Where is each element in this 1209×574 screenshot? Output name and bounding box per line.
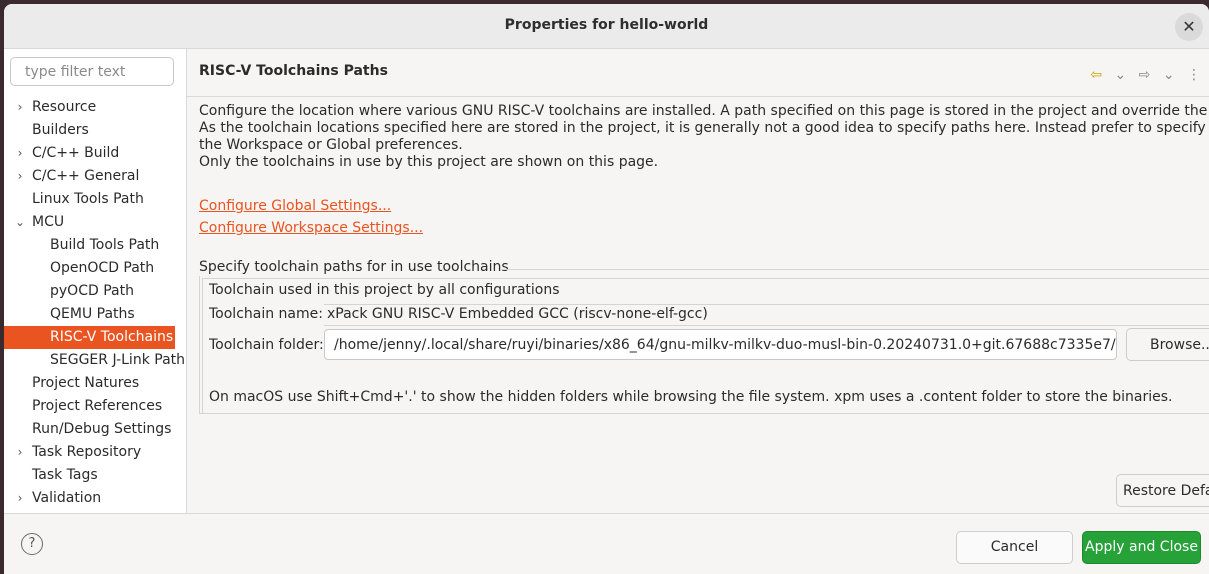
apply-and-close-button[interactable]: Apply and Close bbox=[1082, 531, 1201, 564]
sidebar-item-label: Run/Debug Settings bbox=[32, 421, 172, 437]
sidebar-item-label: Build Tools Path bbox=[50, 237, 160, 253]
forward-arrow-icon[interactable]: ⇨ bbox=[1139, 67, 1151, 83]
sidebar: type filter text › Resource Builders › C/C++… bbox=[4, 49, 187, 513]
description-line-4: Only the toolchains in use by this proje… bbox=[199, 154, 659, 170]
dialog-title: Properties for hello-world bbox=[504, 17, 709, 33]
page-title: RISC-V Toolchains Paths bbox=[199, 63, 388, 79]
description-line-2: As the toolchain locations specified her… bbox=[199, 120, 1209, 136]
sidebar-item-pyocd-path[interactable]: pyOCD Path bbox=[4, 280, 186, 303]
sidebar-item-validation[interactable]: › Validation bbox=[4, 487, 186, 510]
sidebar-item-label: RISC-V Toolchains Paths bbox=[50, 329, 186, 345]
more-options-icon[interactable]: ⋮ bbox=[1187, 67, 1201, 83]
sidebar-item-task-tags[interactable]: Task Tags bbox=[4, 464, 186, 487]
sidebar-item-builders[interactable]: Builders bbox=[4, 119, 186, 142]
group-subtitle: Toolchain used in this project by all co… bbox=[209, 282, 560, 298]
sidebar-item-label: C/C++ General bbox=[32, 168, 140, 184]
filter-input[interactable]: type filter text bbox=[10, 57, 174, 86]
button-bar: ? Cancel Apply and Close bbox=[4, 513, 1209, 574]
chevron-right-icon[interactable]: › bbox=[13, 441, 27, 464]
sidebar-item-label: Task Repository bbox=[32, 444, 142, 460]
group-border bbox=[501, 269, 1209, 270]
preference-tree: › Resource Builders › C/C++ Build › C/C++ Gene… bbox=[4, 96, 186, 510]
sidebar-item-risc-v-toolchains-paths[interactable]: RISC-V Toolchains Paths bbox=[4, 326, 186, 349]
macos-note: On macOS use Shift+Cmd+'.' to show the h… bbox=[209, 389, 1173, 405]
sidebar-item-c-c-build[interactable]: › C/C++ Build bbox=[4, 142, 186, 165]
description-line-1: Configure the location where various GNU… bbox=[199, 103, 1209, 119]
sidebar-item-label: Validation bbox=[32, 490, 102, 506]
sidebar-item-label: Linux Tools Path bbox=[32, 191, 144, 207]
sidebar-item-project-references[interactable]: Project References bbox=[4, 395, 186, 418]
sidebar-item-mcu[interactable]: ⌄ MCU bbox=[4, 211, 186, 234]
chevron-right-icon[interactable]: › bbox=[13, 142, 27, 165]
main-panel: RISC-V Toolchains Paths ⇦ ⌄ ⇨ ⌄ ⋮ Config… bbox=[187, 49, 1209, 513]
sidebar-item-label: Resource bbox=[32, 99, 97, 115]
toolchain-name-label: Toolchain name: bbox=[209, 306, 323, 322]
sidebar-item-label: QEMU Paths bbox=[50, 306, 135, 322]
chevron-right-icon[interactable]: › bbox=[13, 487, 27, 510]
sidebar-item-label: SEGGER J-Link Path bbox=[50, 352, 186, 368]
restore-defaults-button[interactable]: Restore Defaults bbox=[1116, 474, 1209, 507]
description: Configure the location where various GNU… bbox=[199, 103, 1209, 171]
sidebar-item-resource[interactable]: › Resource bbox=[4, 96, 186, 119]
close-icon[interactable]: ✕ bbox=[1175, 13, 1203, 41]
sidebar-item-label: Builders bbox=[32, 122, 89, 138]
sidebar-item-openocd-path[interactable]: OpenOCD Path bbox=[4, 257, 186, 280]
sidebar-item-task-repository[interactable]: › Task Repository bbox=[4, 441, 186, 464]
sidebar-item-c-c-general[interactable]: › C/C++ General bbox=[4, 165, 186, 188]
back-arrow-icon[interactable]: ⇦ bbox=[1090, 67, 1102, 83]
header-divider bbox=[187, 96, 1209, 97]
sidebar-item-label: Project References bbox=[32, 398, 163, 414]
sidebar-item-label: Task Tags bbox=[32, 467, 98, 483]
nav-toolbar: ⇦ ⌄ ⇨ ⌄ ⋮ bbox=[1082, 67, 1201, 83]
sidebar-item-run-debug-settings[interactable]: Run/Debug Settings bbox=[4, 418, 186, 441]
chevron-right-icon[interactable]: › bbox=[13, 96, 27, 119]
sidebar-item-label: Project Natures bbox=[32, 375, 140, 391]
configure-workspace-link[interactable]: Configure Workspace Settings... bbox=[199, 220, 423, 236]
help-icon[interactable]: ? bbox=[21, 533, 43, 555]
sidebar-item-linux-tools-path[interactable]: Linux Tools Path bbox=[4, 188, 186, 211]
cancel-button[interactable]: Cancel bbox=[956, 531, 1073, 564]
browse-button[interactable]: Browse... bbox=[1126, 328, 1209, 361]
configure-global-link[interactable]: Configure Global Settings... bbox=[199, 198, 391, 214]
toolchain-folder-label: Toolchain folder: bbox=[209, 337, 324, 353]
forward-menu-chevron-icon[interactable]: ⌄ bbox=[1163, 67, 1175, 83]
sidebar-item-segger-j-link-path[interactable]: SEGGER J-Link Path bbox=[4, 349, 186, 372]
sidebar-item-qemu-paths[interactable]: QEMU Paths bbox=[4, 303, 186, 326]
sidebar-item-label: pyOCD Path bbox=[50, 283, 134, 299]
group-label: Specify toolchain paths for in use toolc… bbox=[199, 259, 509, 275]
sidebar-item-label: MCU bbox=[32, 214, 65, 230]
sidebar-item-build-tools-path[interactable]: Build Tools Path bbox=[4, 234, 186, 257]
sidebar-item-label: OpenOCD Path bbox=[50, 260, 155, 276]
sidebar-item-project-natures[interactable]: Project Natures bbox=[4, 372, 186, 395]
title-bar: Properties for hello-world ✕ bbox=[4, 4, 1209, 49]
toolchain-folder-input[interactable]: /home/jenny/.local/share/ruyi/binaries/x… bbox=[324, 329, 1117, 360]
sidebar-item-label: C/C++ Build bbox=[32, 145, 120, 161]
properties-dialog: Properties for hello-world ✕ type filter… bbox=[4, 4, 1209, 574]
chevron-down-icon[interactable]: ⌄ bbox=[13, 211, 27, 234]
toolchain-name-value: xPack GNU RISC-V Embedded GCC (riscv-non… bbox=[324, 304, 1209, 326]
chevron-right-icon[interactable]: › bbox=[13, 165, 27, 188]
description-line-3: the Workspace or Global preferences. bbox=[199, 137, 463, 153]
back-menu-chevron-icon[interactable]: ⌄ bbox=[1114, 67, 1126, 83]
